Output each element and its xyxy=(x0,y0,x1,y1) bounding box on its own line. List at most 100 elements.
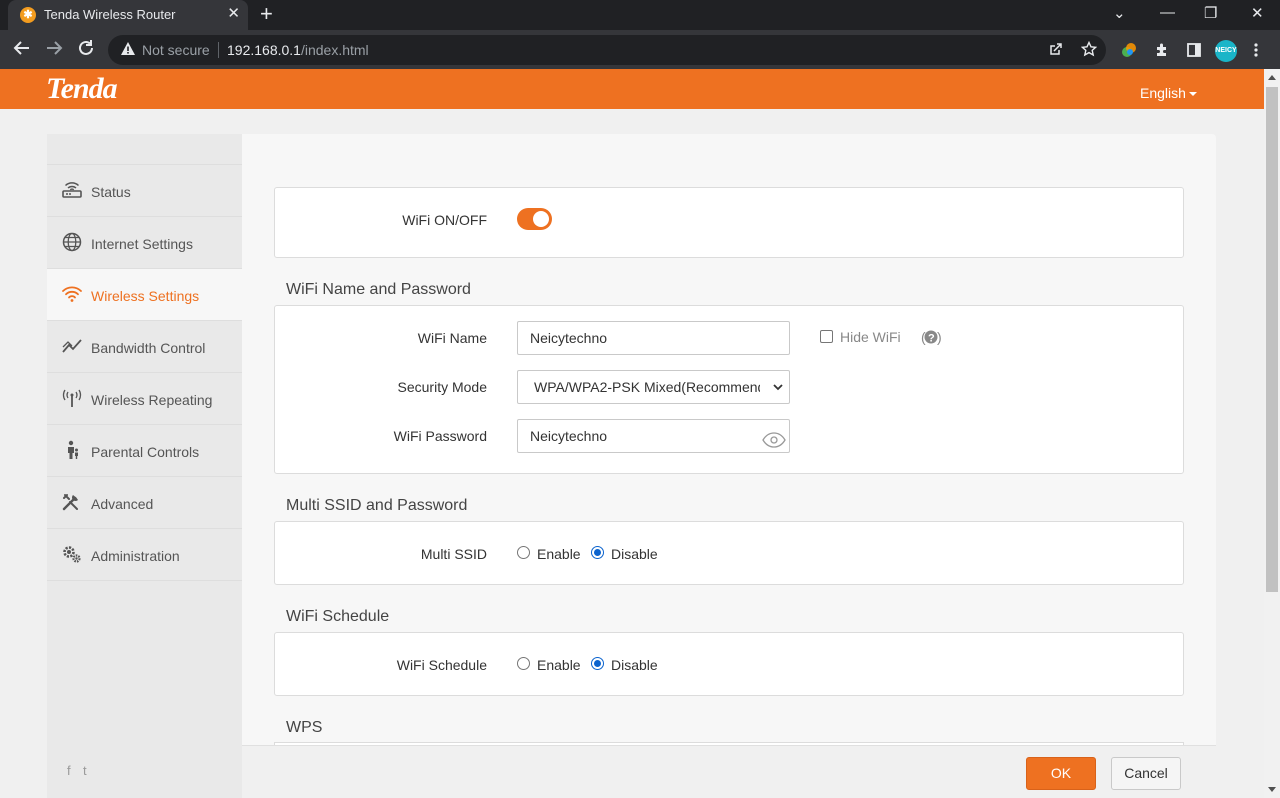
restore-icon[interactable]: ❐ xyxy=(1204,4,1217,22)
wifi-name-label: WiFi Name xyxy=(417,330,487,346)
multi-ssid-card: Multi SSID Enable Disable xyxy=(274,521,1184,585)
browser-tab-strip: ✱ Tenda Wireless Router ✕ + ⌄ — ❐ ✕ xyxy=(0,0,1280,30)
language-label: English xyxy=(1140,85,1186,101)
multi-ssid-disable-radio[interactable] xyxy=(591,546,604,559)
sidebar-item-label: Parental Controls xyxy=(91,444,200,460)
wifi-password-value: Neicytechno xyxy=(530,428,608,444)
bookmark-star-icon[interactable] xyxy=(1080,40,1098,61)
hide-wifi-checkbox[interactable] xyxy=(820,330,833,343)
sidebar-item-label: Wireless Settings xyxy=(91,288,200,304)
wifi-name-card: WiFi Name Neicytechno Hide WiFi (?) Secu… xyxy=(274,305,1184,474)
action-footer: OK Cancel xyxy=(242,745,1216,798)
wifi-toggle-card: WiFi ON/OFF xyxy=(274,187,1184,258)
sidebar-item-advanced[interactable]: Advanced xyxy=(47,476,242,528)
back-icon[interactable] xyxy=(13,39,31,61)
router-header: Tenda English xyxy=(0,69,1264,109)
url-path: /index.html xyxy=(300,42,369,58)
wifi-schedule-enable-label[interactable]: Enable xyxy=(537,657,581,673)
tenda-logo: Tenda xyxy=(46,72,118,105)
sidebar-item-administration[interactable]: Administration xyxy=(47,528,242,580)
warning-icon[interactable] xyxy=(120,41,136,60)
language-selector[interactable]: English xyxy=(1140,85,1197,101)
section-title-multi-ssid: Multi SSID and Password xyxy=(286,497,468,514)
security-mode-value: WPA/WPA2-PSK Mixed(Recommended) xyxy=(534,379,760,395)
url-text[interactable]: 192.168.0.1/index.html xyxy=(227,42,369,58)
cancel-button[interactable]: Cancel xyxy=(1111,757,1181,790)
page-scrollbar[interactable] xyxy=(1264,69,1280,798)
omnibox-divider xyxy=(218,42,219,58)
sidebar-item-label: Wireless Repeating xyxy=(91,392,213,408)
multi-ssid-disable-label[interactable]: Disable xyxy=(611,546,658,562)
chevron-down-icon xyxy=(772,380,784,392)
minimize-icon[interactable]: — xyxy=(1160,4,1175,21)
tenda-favicon-icon: ✱ xyxy=(20,7,36,23)
hide-wifi-label[interactable]: Hide WiFi xyxy=(840,329,901,345)
url-host: 192.168.0.1 xyxy=(227,42,301,58)
wifi-schedule-disable-label[interactable]: Disable xyxy=(611,657,658,673)
browser-toolbar: Not secure 192.168.0.1/index.html NEICY xyxy=(0,30,1280,69)
scrollbar-thumb[interactable] xyxy=(1266,87,1278,592)
sidebar-nav: Status Internet Settings Wireless Settin… xyxy=(47,134,242,798)
main-content: WiFi ON/OFF WiFi Name and Password WiFi … xyxy=(242,134,1216,798)
sidebar-item-internet-settings[interactable]: Internet Settings xyxy=(47,216,242,268)
address-bar[interactable]: Not secure 192.168.0.1/index.html xyxy=(108,35,1106,65)
caret-down-icon xyxy=(1188,92,1197,97)
wifi-schedule-enable-radio[interactable] xyxy=(517,657,530,670)
tab-close-icon[interactable]: ✕ xyxy=(227,6,240,22)
wifi-onoff-toggle[interactable] xyxy=(517,208,552,230)
multi-ssid-enable-label[interactable]: Enable xyxy=(537,546,581,562)
tools-icon xyxy=(61,492,83,512)
wifi-schedule-label: WiFi Schedule xyxy=(396,657,487,673)
extensions-puzzle-icon[interactable] xyxy=(1154,42,1170,62)
toggle-knob xyxy=(533,211,549,227)
side-panel-icon[interactable] xyxy=(1186,42,1202,62)
globe-icon xyxy=(61,232,83,252)
reload-icon[interactable] xyxy=(77,39,95,61)
browser-tab[interactable]: ✱ Tenda Wireless Router ✕ xyxy=(8,0,248,30)
wifi-password-label: WiFi Password xyxy=(393,428,487,444)
facebook-icon[interactable]: f xyxy=(67,763,71,778)
wifi-name-input[interactable]: Neicytechno xyxy=(517,321,790,355)
help-glyph: ? xyxy=(928,333,935,345)
twitter-icon[interactable]: t xyxy=(83,763,87,778)
sidebar-item-bandwidth-control[interactable]: Bandwidth Control xyxy=(47,320,242,372)
chart-line-icon xyxy=(61,336,83,356)
extension-color-icon[interactable] xyxy=(1121,42,1137,62)
browser-menu-icon[interactable] xyxy=(1253,42,1259,62)
multi-ssid-label: Multi SSID xyxy=(420,546,487,562)
sidebar-item-label: Advanced xyxy=(91,496,154,512)
sidebar-item-status[interactable]: Status xyxy=(47,164,242,216)
sidebar-item-label: Administration xyxy=(91,548,180,564)
eye-icon[interactable] xyxy=(761,428,787,448)
router-icon xyxy=(61,180,83,200)
tab-search-icon[interactable]: ⌄ xyxy=(1113,4,1126,22)
family-icon xyxy=(61,440,83,460)
sidebar-item-wireless-repeating[interactable]: Wireless Repeating xyxy=(47,372,242,424)
window-close-icon[interactable]: ✕ xyxy=(1251,4,1264,22)
wifi-icon xyxy=(61,284,83,304)
wifi-password-input[interactable]: Neicytechno xyxy=(517,419,790,453)
help-icon[interactable]: (?) xyxy=(921,327,942,347)
gears-icon xyxy=(61,544,83,564)
scroll-up-arrow-icon[interactable] xyxy=(1268,75,1276,80)
profile-avatar[interactable]: NEICY xyxy=(1215,40,1237,62)
svg-text:): ) xyxy=(937,329,941,345)
scroll-down-arrow-icon[interactable] xyxy=(1268,787,1276,792)
forward-icon[interactable] xyxy=(45,39,63,61)
sidebar-item-label: Bandwidth Control xyxy=(91,340,206,356)
security-mode-select[interactable]: WPA/WPA2-PSK Mixed(Recommended) xyxy=(517,370,790,404)
sidebar-item-parental-controls[interactable]: Parental Controls xyxy=(47,424,242,476)
sidebar-divider xyxy=(47,580,242,581)
security-mode-label: Security Mode xyxy=(397,379,487,395)
sidebar-item-label: Internet Settings xyxy=(91,236,193,252)
section-title-wps: WPS xyxy=(286,719,323,736)
wifi-schedule-disable-radio[interactable] xyxy=(591,657,604,670)
security-status[interactable]: Not secure xyxy=(142,42,210,58)
new-tab-button[interactable]: + xyxy=(260,3,273,25)
wifi-onoff-label: WiFi ON/OFF xyxy=(402,212,487,228)
ok-button[interactable]: OK xyxy=(1026,757,1096,790)
share-icon[interactable] xyxy=(1048,41,1064,61)
sidebar-item-wireless-settings[interactable]: Wireless Settings xyxy=(47,268,242,320)
multi-ssid-enable-radio[interactable] xyxy=(517,546,530,559)
section-title-wifi-schedule: WiFi Schedule xyxy=(286,608,390,625)
